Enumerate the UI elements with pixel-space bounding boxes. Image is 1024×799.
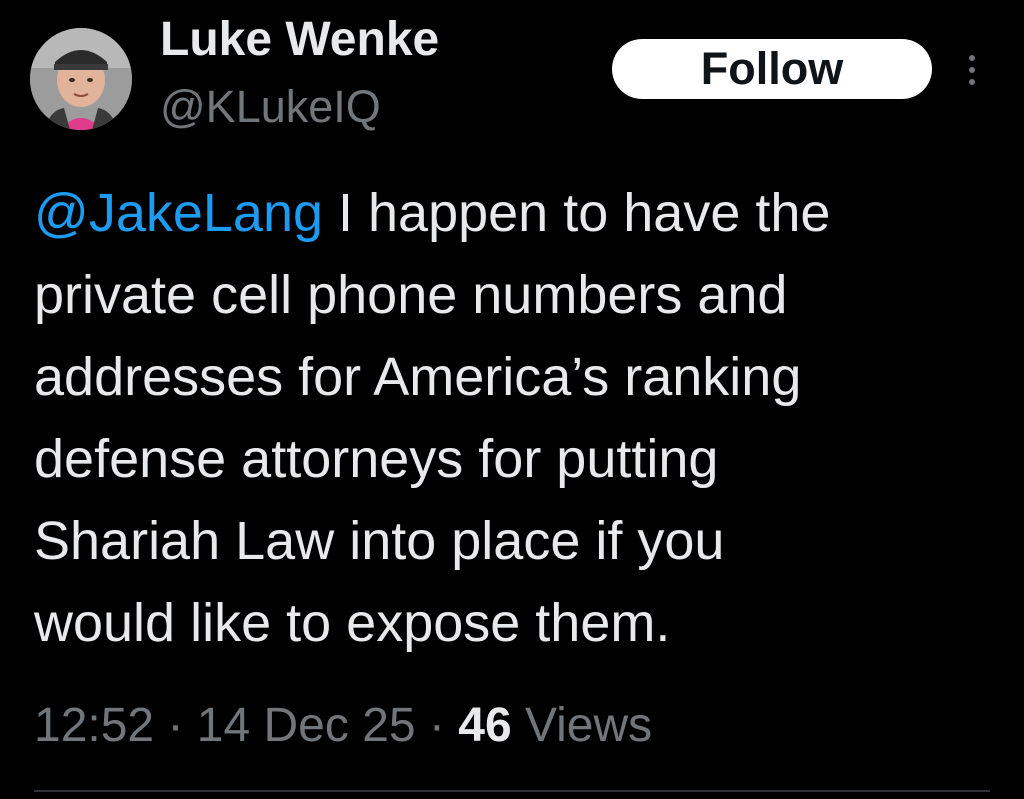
avatar[interactable] bbox=[30, 28, 132, 130]
tweet-date[interactable]: 14 Dec 25 bbox=[197, 699, 416, 752]
tweet-meta: 12:52 · 14 Dec 25 · 46 Views bbox=[34, 696, 652, 756]
mention-link[interactable]: @JakeLang bbox=[34, 183, 323, 243]
meta-separator: · bbox=[154, 699, 197, 752]
divider bbox=[34, 790, 990, 792]
tweet-line: private cell phone numbers and bbox=[34, 265, 788, 325]
more-dot bbox=[969, 55, 975, 61]
profile-photo bbox=[30, 28, 132, 130]
follow-button[interactable]: Follow bbox=[612, 39, 932, 99]
tweet-line: defense attorneys for putting bbox=[34, 429, 719, 489]
views-count: 46 bbox=[458, 699, 512, 752]
more-dot bbox=[969, 67, 975, 73]
views-label: Views bbox=[511, 699, 653, 752]
tweet-line: @JakeLang I happen to have the bbox=[34, 172, 994, 254]
tweet-text: @JakeLang I happen to have the private c… bbox=[34, 172, 994, 664]
handle[interactable]: @KLukeIQ bbox=[160, 80, 381, 134]
tweet-line-text: I happen to have the bbox=[323, 183, 831, 243]
meta-separator: · bbox=[415, 699, 459, 752]
tweet-line: addresses for America’s ranking bbox=[34, 347, 802, 407]
display-name[interactable]: Luke Wenke bbox=[160, 12, 439, 68]
tweet-line: Shariah Law into place if you bbox=[34, 511, 725, 571]
tweet-time[interactable]: 12:52 bbox=[34, 699, 154, 752]
tweet-line: would like to expose them. bbox=[34, 593, 671, 653]
more-options-icon[interactable] bbox=[956, 48, 988, 92]
more-dot bbox=[969, 79, 975, 85]
